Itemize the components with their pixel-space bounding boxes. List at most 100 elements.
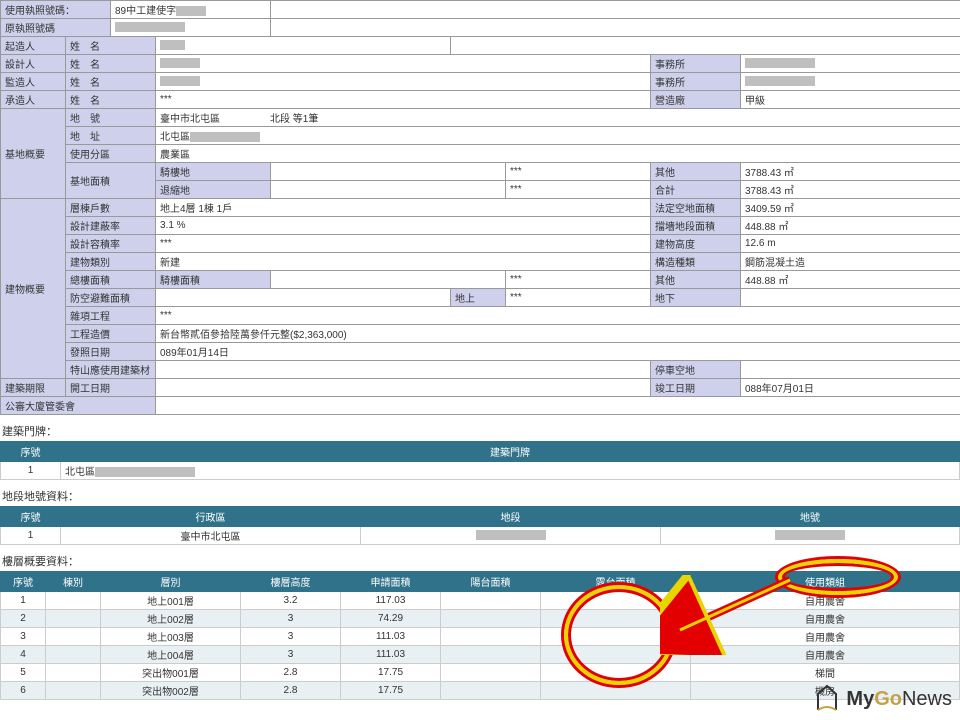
other2-value: 448.88 ㎡ [741, 271, 960, 289]
land-title: 地段地號資料： [2, 488, 960, 504]
cost-value: 新台幣貳佰參拾陸萬參仟元整($2,363,000) [156, 325, 960, 343]
floors-col-use: 使用類組 [691, 572, 960, 592]
doors-table: 序號 建築門牌 1 北屯區 [0, 441, 960, 480]
addr-label: 地 址 [66, 127, 156, 145]
lot-label: 地 號 [66, 109, 156, 127]
height-label: 建物高度 [651, 235, 741, 253]
end-label: 竣工日期 [651, 379, 741, 397]
doors-col-door: 建築門牌 [61, 442, 960, 462]
site-total-label: 合計 [651, 181, 741, 199]
owner-label: 起造人 [1, 37, 66, 55]
addr-value: 北屯區 [156, 127, 960, 145]
floors-col-seq: 序號 [1, 572, 46, 592]
start-value [156, 379, 651, 397]
contractor-name-value: *** [156, 91, 651, 109]
misc-value: *** [156, 307, 960, 325]
parking-label: 停車空地 [651, 361, 741, 379]
designer-label: 設計人 [1, 55, 66, 73]
builder-label: 營造廠 [651, 91, 741, 109]
struct-type-value: 新建 [156, 253, 651, 271]
public-label: 公審大廈管委會 [1, 397, 156, 415]
use-license-value: 89中工建使字 [111, 1, 271, 19]
zone-label: 使用分區 [66, 145, 156, 163]
logo-mark-icon [814, 684, 840, 714]
table-row: 1地上001層3.2117.03自用農舍 [1, 592, 960, 610]
orig-license-value [111, 19, 271, 37]
mygonews-logo: MyGoNews [814, 684, 952, 714]
floors-value: 地上4層 1棟 1戶 [156, 199, 651, 217]
table-row: 3地上003層3111.03自用農舍 [1, 628, 960, 646]
bldg-section-label: 建物概要 [1, 199, 66, 379]
prevent-label: 防空避難面積 [66, 289, 156, 307]
retaining-area-label: 擋墻地段面積 [651, 217, 741, 235]
designer-office-value [741, 55, 960, 73]
riparian-label: 騎樓地 [156, 163, 271, 181]
permit-info-table: 使用執照號碼： 89中工建使字 原執照號碼 起造人 姓 名 設計人 姓 名 事務… [0, 0, 960, 415]
table-row: 2地上002層374.29自用農舍 [1, 610, 960, 628]
table-row: 1 臺中市北屯區 [1, 527, 960, 545]
site-other-label: 其他 [651, 163, 741, 181]
zone-value: 農業區 [156, 145, 960, 163]
builder-value: 甲級 [741, 91, 960, 109]
cov-value: 3.1 % [156, 217, 651, 235]
land-col-lot: 地號 [661, 507, 960, 527]
retaining-area-value: 448.88 ㎡ [741, 217, 960, 235]
designer-name-value [156, 55, 651, 73]
floors-label: 層棟戶數 [66, 199, 156, 217]
supervisor-name-value [156, 73, 651, 91]
floors-col-balcony: 陽台面積 [441, 572, 541, 592]
floors-col-floor: 層別 [101, 572, 241, 592]
use-license-label: 使用執照號碼： [1, 1, 111, 19]
legal-open-label: 法定空地面積 [651, 199, 741, 217]
start-label: 開工日期 [66, 379, 156, 397]
end-value: 088年07月01日 [741, 379, 960, 397]
total-area-sub-label: 騎樓面積 [156, 271, 271, 289]
riparian-value [271, 163, 506, 181]
supervisor-label: 監造人 [1, 73, 66, 91]
land-col-district: 行政區 [61, 507, 361, 527]
below-label: 地下 [651, 289, 741, 307]
parking-value [741, 361, 960, 379]
period-label: 建築期限 [1, 379, 66, 397]
orig-license-label: 原執照號碼 [1, 19, 111, 37]
site-other-value: 3788.43 ㎡ [741, 163, 960, 181]
cost-label: 工程造價 [66, 325, 156, 343]
doors-col-seq: 序號 [1, 442, 61, 462]
table-row: 4地上004層3111.03自用農舍 [1, 646, 960, 664]
floors-col-building: 棟別 [46, 572, 101, 592]
land-col-section: 地段 [361, 507, 661, 527]
contractor-label: 承造人 [1, 91, 66, 109]
floors-col-terrace: 露台面積 [541, 572, 691, 592]
floors-title: 樓層概要資料： [2, 553, 960, 569]
above-label: 地上 [451, 289, 506, 307]
total-area-label: 總樓面積 [66, 271, 156, 289]
site-section-label: 基地概要 [1, 109, 66, 199]
floors-col-height: 樓層高度 [241, 572, 341, 592]
table-row: 1 北屯區 [1, 462, 960, 480]
issue-label: 發照日期 [66, 343, 156, 361]
retreat-label: 退縮地 [156, 181, 271, 199]
main-struct-value: 鋼筋混凝土造 [741, 253, 960, 271]
land-col-seq: 序號 [1, 507, 61, 527]
designer-office-label: 事務所 [651, 55, 741, 73]
above-value: *** [506, 289, 651, 307]
site-total-value: 3788.43 ㎡ [741, 181, 960, 199]
doors-title: 建築門牌： [2, 423, 960, 439]
far-label: 設計容積率 [66, 235, 156, 253]
land-table: 序號 行政區 地段 地號 1 臺中市北屯區 [0, 506, 960, 545]
table-row: 5突出物001層2.817.75梯間 [1, 664, 960, 682]
below-value [741, 289, 960, 307]
owner-name-value [156, 37, 451, 55]
main-struct-label: 構造種類 [651, 253, 741, 271]
retreat-value [271, 181, 506, 199]
note-blank-label: 特山應使用建築材 [66, 361, 156, 379]
struct-type-label: 建物類別 [66, 253, 156, 271]
lot-value: 臺中市北屯區 北段 等1筆 [156, 109, 960, 127]
height-value: 12.6 m [741, 235, 960, 253]
name-label: 姓 名 [66, 37, 156, 55]
floors-col-apply: 申請面積 [341, 572, 441, 592]
far-value: *** [156, 235, 651, 253]
other2-label: 其他 [651, 271, 741, 289]
legal-open-value: 3409.59 ㎡ [741, 199, 960, 217]
issue-value: 089年01月14日 [156, 343, 960, 361]
